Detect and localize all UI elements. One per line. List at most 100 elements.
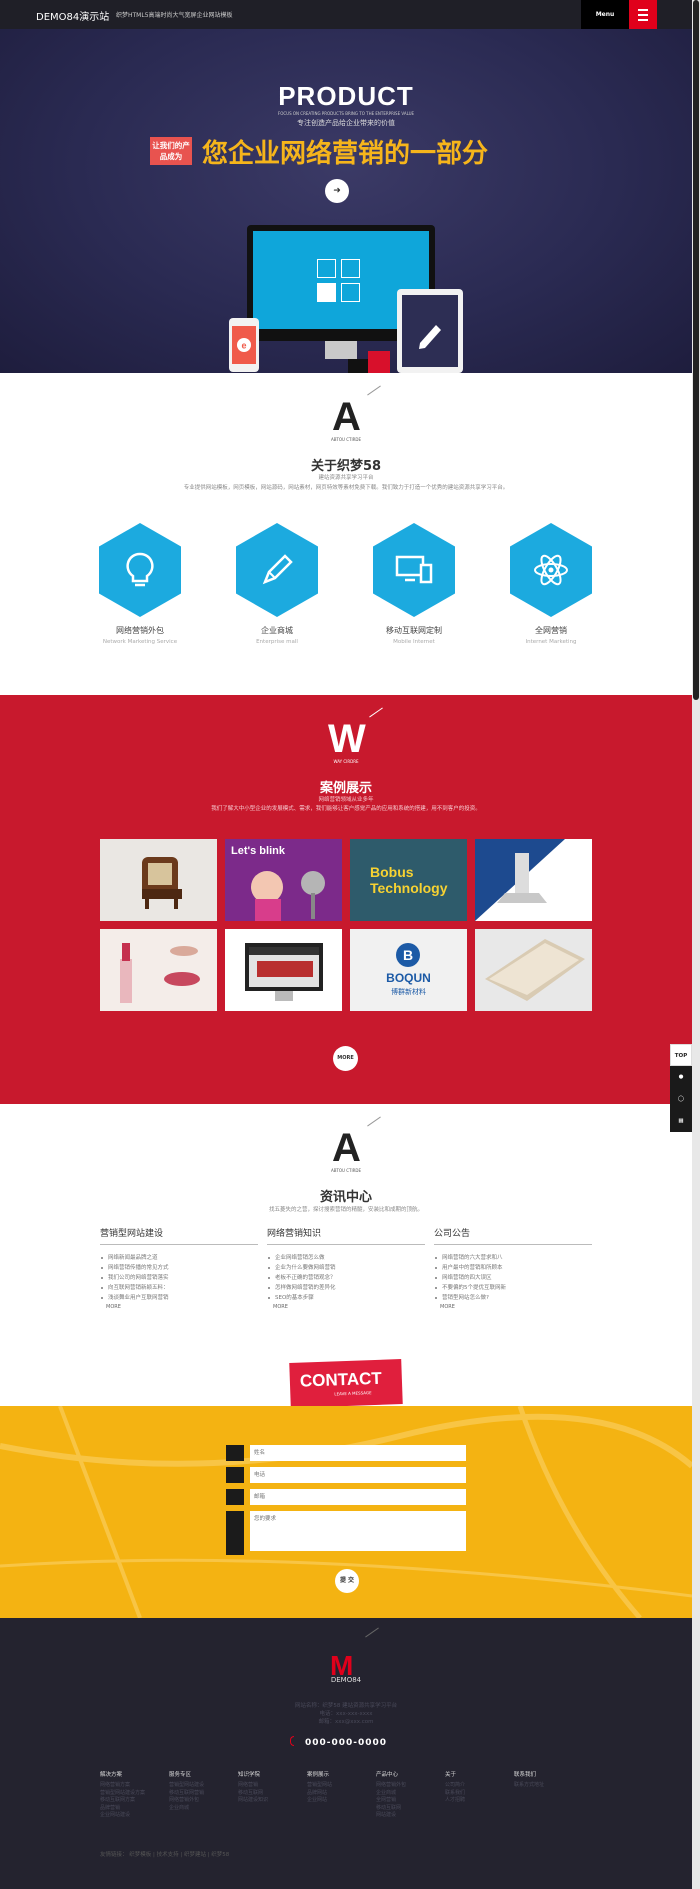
footer-link[interactable]: 网络营销 (238, 1782, 298, 1790)
footer-link[interactable]: 企业网站建设 (100, 1812, 160, 1820)
top-nav-bar: DEMO84演示站 织梦HTML5高端时尚大气宽屏企业网站模板 Menu (0, 0, 692, 29)
news-item[interactable]: 企业网络营销怎么做 (267, 1253, 425, 1263)
qrcode-button[interactable]: ▦ (670, 1110, 692, 1132)
news-column-website: 营销型网站建设 网络新闻最品牌之道 网络营销传播的常见方式 我们公司的网络营销落… (100, 1226, 258, 1310)
phone-field[interactable] (250, 1467, 466, 1483)
footer-link[interactable]: 企业商城 (376, 1790, 436, 1798)
back-to-top-button[interactable]: TOP (670, 1044, 692, 1066)
service-label-en: Internet Marketing (525, 639, 577, 645)
news-more-link[interactable]: MORE (100, 1304, 258, 1310)
news-item[interactable]: 浅谈舞业用户互联网营销 (100, 1293, 258, 1303)
hero-next-button[interactable]: ➜ (325, 179, 349, 203)
footer-col-heading[interactable]: 产品中心 (376, 1770, 436, 1778)
news-item[interactable]: 用户最中的营销和所顾本 (434, 1263, 592, 1273)
about-desc: 专业提供网站模板，网页模板，网站源码，网站素材，网页特效等素材免费下载。我们致力… (183, 485, 509, 491)
service-label: 企业商城 (261, 626, 293, 635)
submit-button[interactable]: 提 交 (335, 1569, 359, 1593)
footer-link[interactable]: 营销型网站 (307, 1782, 367, 1790)
footer-link[interactable]: 企业网站 (307, 1797, 367, 1805)
case-tile-lipstick[interactable] (100, 929, 217, 1011)
service-mobile-internet[interactable]: 移动互联网定制 Mobile Internet (369, 523, 459, 645)
chat-button[interactable]: ◯ (670, 1088, 692, 1110)
footer-col-heading[interactable]: 服务专区 (169, 1770, 229, 1778)
footer-col-heading[interactable]: 知识学院 (238, 1770, 298, 1778)
news-more-link[interactable]: MORE (267, 1304, 425, 1310)
news-item[interactable]: 向互联网营销新颖五料： (100, 1283, 258, 1293)
news-item[interactable]: 网络新闻最品牌之道 (100, 1253, 258, 1263)
about-title: 关于织梦58 (310, 459, 382, 474)
site-logo[interactable]: DEMO84演示站 (36, 8, 109, 23)
news-item[interactable]: 网络营销的六大营求和八 (434, 1253, 592, 1263)
footer-link[interactable]: 移动互联网 (238, 1790, 298, 1798)
news-item[interactable]: 怎样做网络营销的差异化 (267, 1283, 425, 1293)
service-label-en: Mobile Internet (393, 639, 435, 645)
qq-button[interactable]: ● (670, 1066, 692, 1088)
news-column-heading[interactable]: 网络营销知识 (267, 1226, 425, 1245)
footer-link[interactable]: 网络营销外包 (169, 1797, 229, 1805)
cases-more-button[interactable]: MORE (333, 1046, 358, 1071)
footer-link[interactable]: 网络营销外包 (376, 1782, 436, 1790)
about-tagline: 建站资源共享学习平台 (318, 475, 374, 481)
qq-icon: ● (678, 1074, 684, 1080)
about-logo-sub: ABTOU CTIRDE (330, 437, 362, 442)
case-tile-hood[interactable] (475, 839, 592, 921)
hero-subtitle: FOCUS ON CREATING PRODUCTS BRING TO THE … (277, 111, 415, 116)
case-tile-letsblink[interactable]: Let's blink (225, 839, 342, 921)
news-item[interactable]: 不要偏的5个提优互联网新 (434, 1283, 592, 1293)
case-tile-device[interactable] (475, 929, 592, 1011)
cases-logo-sub: WAY CIRDRE (333, 759, 359, 764)
name-field[interactable] (250, 1445, 466, 1461)
service-network-marketing[interactable]: 网络营销外包 Network Marketing Service (95, 523, 185, 645)
footer-link[interactable]: 公司简介 (445, 1782, 505, 1790)
news-column-heading[interactable]: 公司公告 (434, 1226, 592, 1245)
news-item[interactable]: 网络营销传播的常见方式 (100, 1263, 258, 1273)
service-internet-marketing[interactable]: 全网营销 Internet Marketing (506, 523, 596, 645)
tile-text: Bobus Technology (370, 864, 448, 896)
hamburger-icon[interactable] (629, 0, 657, 29)
footer-link[interactable]: 移动互联网 (376, 1805, 436, 1813)
service-enterprise-mall[interactable]: 企业商城 Enterprise mall (232, 523, 322, 645)
case-tile-chair[interactable] (100, 839, 217, 921)
scrollbar-thumb[interactable] (693, 0, 699, 700)
news-more-link[interactable]: MORE (434, 1304, 592, 1310)
footer-col-heading[interactable]: 关于 (445, 1770, 505, 1778)
footer-link[interactable]: 品牌网站 (307, 1790, 367, 1798)
news-item[interactable]: 企业为什么要做网络营销 (267, 1263, 425, 1273)
footer-phone: 000-000-0000 (304, 1738, 388, 1748)
footer-link[interactable]: 营销型网站建设 (169, 1782, 229, 1790)
case-tile-monitor-site[interactable] (225, 929, 342, 1011)
footer-link[interactable]: 品牌营销 (100, 1805, 160, 1813)
service-label: 网络营销外包 (116, 626, 164, 635)
case-tile-bobus[interactable]: Bobus Technology (350, 839, 467, 921)
footer-link[interactable]: 移动互联网方案 (100, 1797, 160, 1805)
news-column-heading[interactable]: 营销型网站建设 (100, 1226, 258, 1245)
footer-link[interactable]: 网站建设 (376, 1812, 436, 1820)
footer-link[interactable]: 全网营销 (376, 1797, 436, 1805)
news-item[interactable]: 网络营销的四大误区 (434, 1273, 592, 1283)
news-item[interactable]: 老板不正确的营销观念？ (267, 1273, 425, 1283)
footer-link[interactable]: 人才招聘 (445, 1797, 505, 1805)
phone-illustration: e (229, 318, 259, 372)
footer-link[interactable]: 联系我们 (445, 1790, 505, 1798)
news-item[interactable]: 营销型网站怎么做? (434, 1293, 592, 1303)
case-tile-boqun[interactable]: B BOQUN 博群新材料 (350, 929, 467, 1011)
footer-link[interactable]: 营销型网站建设方案 (100, 1790, 160, 1798)
message-field[interactable] (250, 1511, 466, 1551)
footer-col-heading[interactable]: 案例展示 (307, 1770, 367, 1778)
scrollbar[interactable] (692, 0, 700, 1889)
news-item[interactable]: SEO的基本步骤 (267, 1293, 425, 1303)
menu-button[interactable]: Menu (581, 0, 629, 29)
cases-tagline: 网络营销领域从业多年 (318, 797, 374, 803)
friend-links[interactable]: 友情链接： 织梦模板 | 技术支持 | 织梦建站 | 织梦58 (100, 1850, 229, 1858)
email-field[interactable] (250, 1489, 466, 1505)
footer-link[interactable]: 网站建设知识 (238, 1797, 298, 1805)
footer-link[interactable]: 网络营销方案 (100, 1782, 160, 1790)
footer-brand: DEMO84 (330, 1676, 362, 1684)
footer-col-heading[interactable]: 联系我们 (514, 1770, 574, 1778)
footer-link[interactable]: 企业商城 (169, 1805, 229, 1813)
footer-link[interactable]: 联系方式地址 (514, 1782, 574, 1790)
news-item[interactable]: 我们公司的网络营销落实 (100, 1273, 258, 1283)
tile-text: BOQUN (386, 971, 431, 985)
footer-link[interactable]: 移动互联网营销 (169, 1790, 229, 1798)
footer-col-heading[interactable]: 解决方案 (100, 1770, 160, 1778)
